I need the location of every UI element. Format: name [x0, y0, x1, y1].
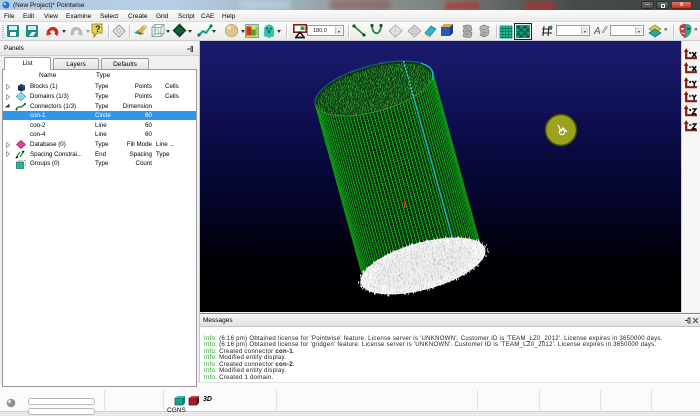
svg-text:A: A	[593, 26, 601, 37]
svg-text:?: ?	[95, 24, 101, 34]
